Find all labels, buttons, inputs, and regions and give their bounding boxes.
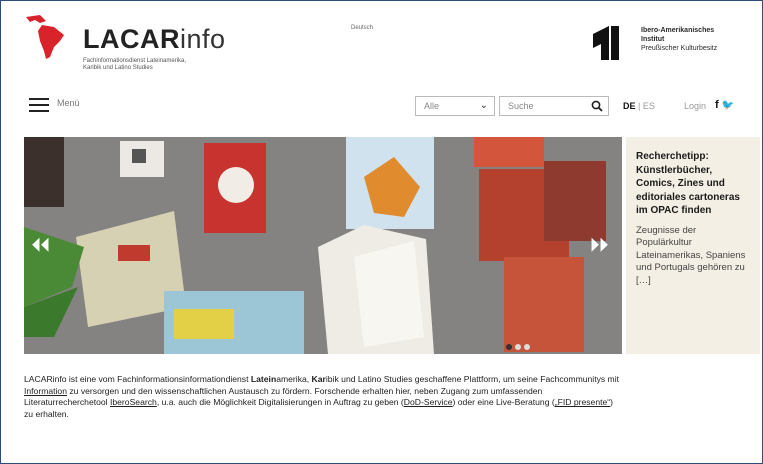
search-input[interactable]: Suche bbox=[499, 96, 609, 116]
logo-light-text: info bbox=[180, 24, 226, 54]
slider-dot[interactable] bbox=[524, 344, 530, 350]
slider-next-icon[interactable]: ⏵⏵ bbox=[590, 235, 608, 256]
partner-line1: Ibero-Amerikanisches bbox=[641, 27, 715, 34]
slider-photo bbox=[24, 137, 622, 354]
hamburger-menu-icon[interactable] bbox=[29, 98, 49, 112]
intro-latein: Latein bbox=[250, 374, 277, 384]
language-note[interactable]: Deutsch bbox=[351, 25, 373, 31]
language-switcher: DE | ES bbox=[623, 101, 655, 111]
slider-prev-icon[interactable]: ⏴⏴ bbox=[32, 235, 50, 256]
information-link[interactable]: Information bbox=[24, 386, 67, 396]
teaser-text: Zeugnisse der Populärkultur Lateinamerik… bbox=[636, 224, 746, 286]
search-scope-value: Alle bbox=[424, 101, 440, 111]
intro-text: amerika, bbox=[276, 374, 312, 384]
slider-pagination bbox=[506, 337, 533, 354]
search-placeholder: Suche bbox=[508, 101, 534, 111]
teaser-box[interactable]: Recherchetipp: Künstlerbücher, Comics, Z… bbox=[626, 137, 760, 354]
chevron-down-icon: ⌄ bbox=[479, 100, 488, 111]
logo-bold-text: LACAR bbox=[83, 24, 180, 54]
lacar-logo-icon[interactable] bbox=[24, 13, 72, 61]
lang-de[interactable]: DE bbox=[623, 101, 636, 111]
dod-service-link[interactable]: DoD-Service bbox=[404, 397, 453, 407]
twitter-icon[interactable]: 🐦 bbox=[722, 100, 734, 111]
site-logo-title[interactable]: LACARinfo bbox=[83, 24, 226, 55]
intro-text: , u.a. auch die Möglichkeit Digitalisier… bbox=[156, 397, 404, 408]
intro-text: ibik und Latino Studies geschaffene Plat… bbox=[325, 374, 620, 384]
search-icon[interactable] bbox=[591, 100, 603, 112]
menu-label[interactable]: Menü bbox=[57, 98, 80, 108]
iberosearch-link[interactable]: IberoSearch bbox=[110, 397, 157, 407]
iai-logo-icon[interactable] bbox=[593, 26, 619, 60]
lang-separator: | bbox=[638, 101, 641, 111]
partner-line2: Institut bbox=[641, 36, 665, 43]
slider-dot[interactable] bbox=[506, 344, 512, 350]
facebook-icon[interactable]: f bbox=[715, 99, 719, 111]
partner-institution[interactable]: Ibero-Amerikanisches Institut Preußische… bbox=[641, 26, 763, 53]
logo-subtitle: Fachinformationsdienst Lateinamerika, Ka… bbox=[83, 58, 243, 72]
login-link[interactable]: Login bbox=[684, 101, 706, 111]
fid-presente-link[interactable]: „FID presente“ bbox=[555, 397, 610, 407]
lang-es[interactable]: ES bbox=[643, 101, 655, 111]
social-links: f 🐦 bbox=[715, 99, 734, 111]
intro-paragraph: LACARinfo ist eine vom Fachinformationsi… bbox=[24, 374, 624, 421]
search-scope-select[interactable]: Alle ⌄ bbox=[415, 96, 495, 116]
logo-subtitle-line1: Fachinformationsdienst Lateinamerika, bbox=[83, 58, 187, 64]
intro-karibik: Kar bbox=[311, 374, 326, 384]
partner-line3: Preußischer Kulturbesitz bbox=[641, 45, 718, 52]
intro-text: ) oder eine Live-Beratung ( bbox=[452, 397, 555, 408]
slider-dot[interactable] bbox=[515, 344, 521, 350]
logo-subtitle-line2: Karibik und Latino Studies bbox=[83, 65, 153, 71]
page-frame: LACARinfo Fachinformationsdienst Lateina… bbox=[0, 0, 763, 464]
intro-text: LACARinfo ist eine vom Fachinformationsi… bbox=[24, 374, 251, 384]
image-slider[interactable]: ⏴⏴ ⏵⏵ bbox=[24, 137, 622, 354]
teaser-title[interactable]: Recherchetipp: Künstlerbücher, Comics, Z… bbox=[636, 150, 752, 218]
